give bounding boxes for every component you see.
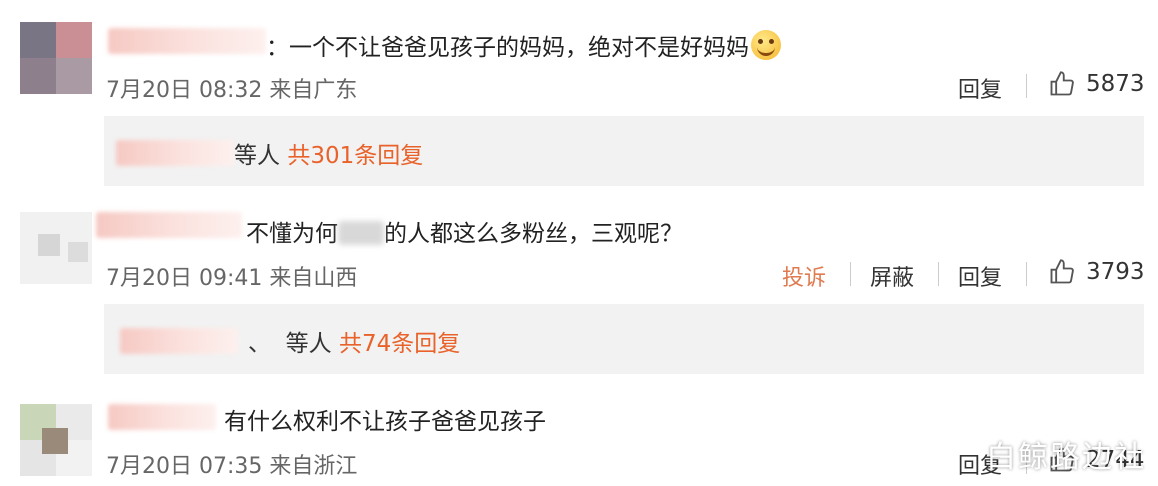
- comment-text: ：一个不让爸爸见孩子的妈妈，绝对不是好妈妈: [266, 28, 781, 62]
- avatar[interactable]: [20, 404, 92, 476]
- redacted-name: [338, 221, 384, 245]
- reply-count: 共301条回复: [287, 143, 424, 169]
- reply-summary[interactable]: 等人 共301条回复: [234, 136, 423, 170]
- username[interactable]: [108, 404, 216, 430]
- divider: [1026, 262, 1027, 286]
- reply-count: 共74条回复: [338, 331, 461, 357]
- comment-meta: 7月20日 08:32 来自广东: [106, 78, 358, 103]
- thumbs-up-icon: [1050, 259, 1074, 284]
- comment-text: 有什么权利不让孩子爸爸见孩子: [224, 409, 546, 435]
- comment-meta: 7月20日 09:41 来自山西: [106, 266, 358, 291]
- thumbs-up-icon: [1050, 71, 1074, 96]
- smirk-emoji-icon: [751, 30, 781, 60]
- reply-username[interactable]: [116, 140, 234, 166]
- like-button[interactable]: 5873: [1048, 70, 1145, 98]
- username[interactable]: [96, 212, 242, 238]
- comment-text: 不懂为何 的人都这么多粉丝，三观呢？: [246, 221, 683, 247]
- reply-thread[interactable]: 等人 共301条回复: [104, 116, 1144, 186]
- avatar[interactable]: [20, 212, 92, 284]
- watermark: 白鲸路边社: [986, 440, 1146, 475]
- reply-button[interactable]: 回复: [958, 72, 1002, 104]
- reply-button[interactable]: 回复: [958, 260, 1002, 292]
- divider: [938, 262, 939, 286]
- reply-summary[interactable]: 、 等人 共74条回复: [248, 324, 460, 358]
- like-count: 5873: [1086, 71, 1145, 97]
- divider: [1026, 74, 1027, 98]
- divider: [850, 262, 851, 286]
- like-button[interactable]: 3793: [1048, 258, 1145, 286]
- reply-thread[interactable]: 、 等人 共74条回复: [104, 304, 1144, 374]
- reply-username[interactable]: [120, 328, 238, 354]
- avatar[interactable]: [20, 22, 92, 94]
- like-count: 3793: [1086, 259, 1145, 285]
- block-button[interactable]: 屏蔽: [870, 260, 914, 292]
- comment-meta: 7月20日 07:35 来自浙江: [106, 454, 358, 479]
- report-button[interactable]: 投诉: [782, 260, 826, 292]
- username[interactable]: [108, 28, 266, 54]
